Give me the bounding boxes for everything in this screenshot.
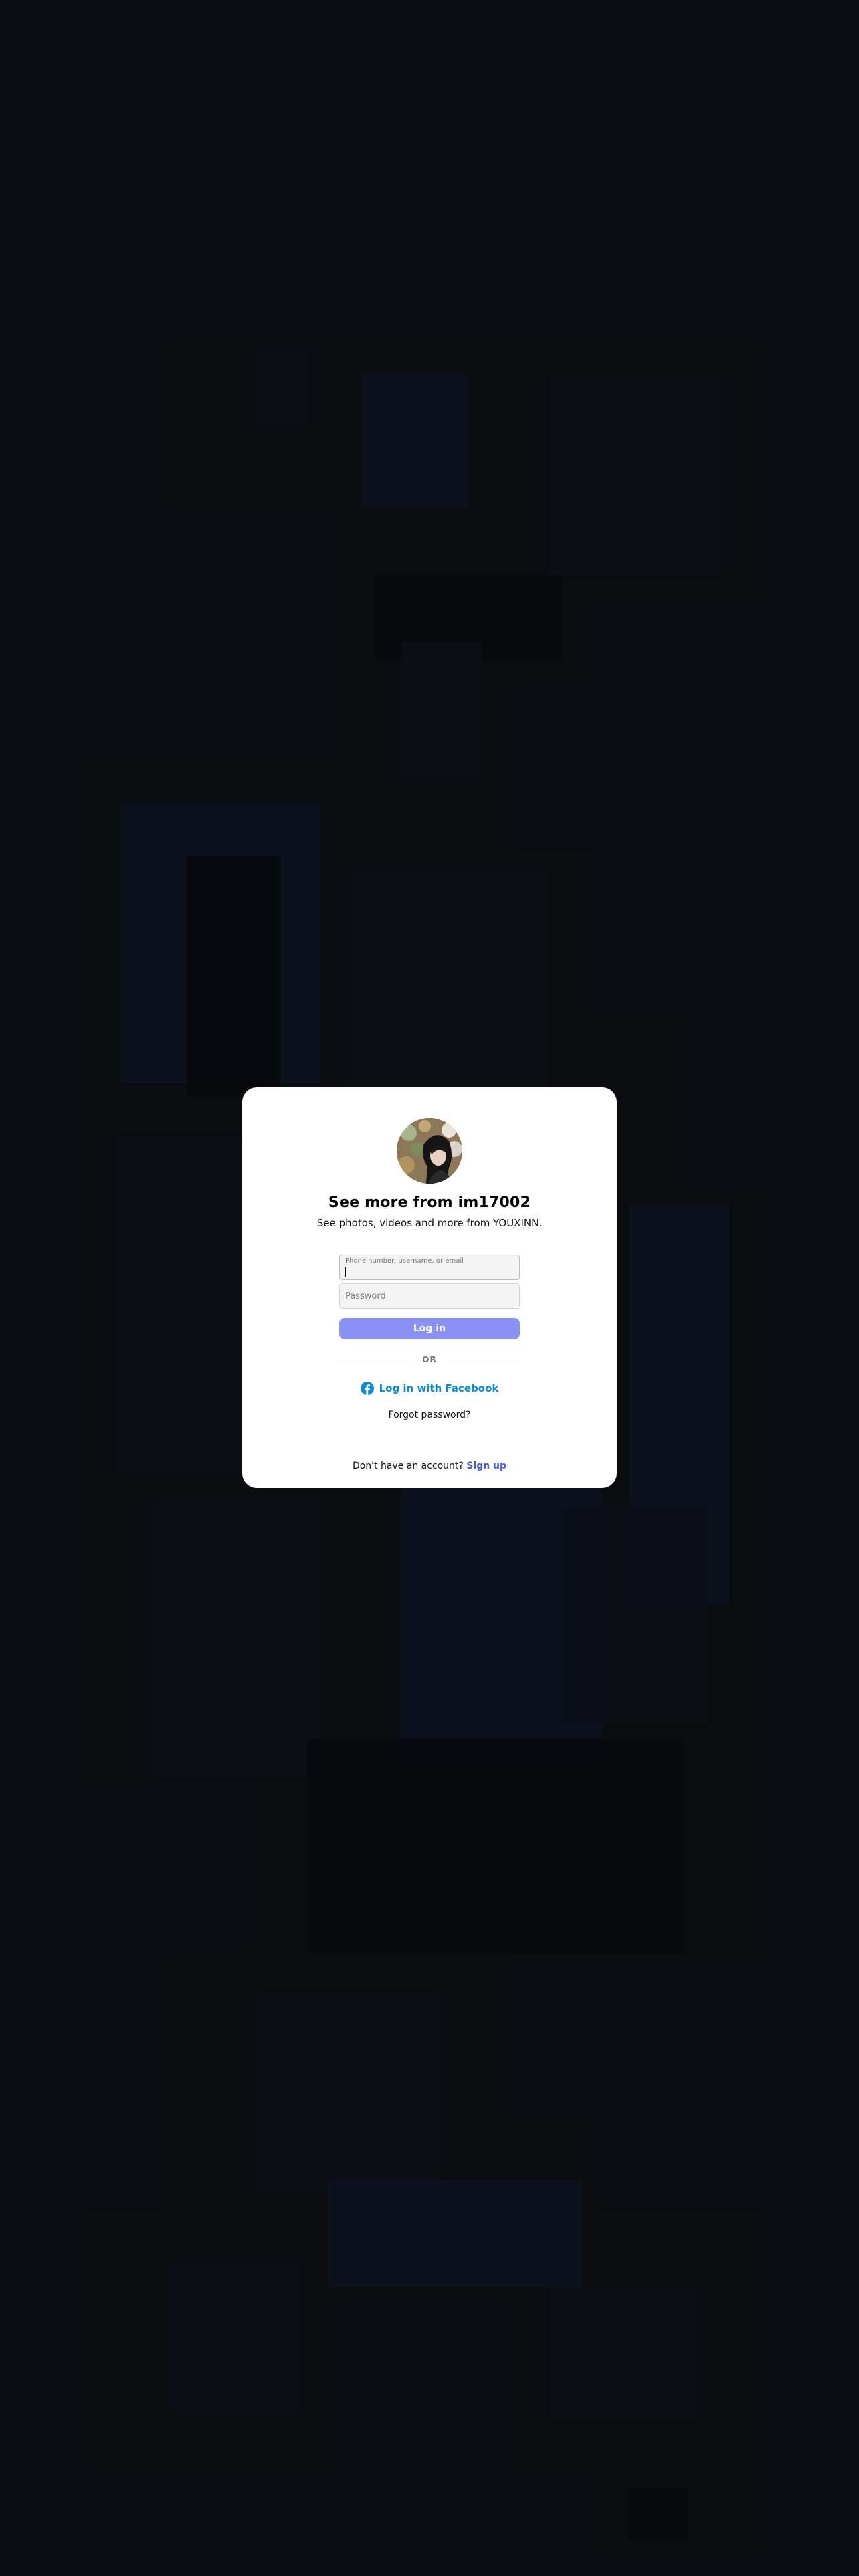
login-button[interactable]: Log in [339,1318,520,1339]
or-divider: OR [339,1355,520,1364]
signup-row: Don't have an account? Sign up [242,1461,617,1471]
password-field-wrapper [339,1283,520,1309]
facebook-login-link[interactable]: Log in with Facebook [242,1382,617,1395]
login-modal: See more from im17002 See photos, videos… [242,1087,617,1488]
signup-link[interactable]: Sign up [466,1461,506,1471]
modal-title: See more from im17002 [328,1194,531,1211]
profile-avatar [397,1118,462,1184]
facebook-login-label: Log in with Facebook [379,1382,499,1394]
username-field[interactable]: Phone number, username, or email [339,1255,520,1280]
password-field[interactable] [340,1284,519,1308]
no-account-text: Don't have an account? [352,1461,464,1471]
modal-subtitle: See photos, videos and more from YOUXINN… [316,1217,543,1229]
facebook-icon [360,1382,374,1395]
profile-photo [397,1118,462,1184]
forgot-password-link[interactable]: Forgot password? [242,1410,617,1420]
username-field-label: Phone number, username, or email [345,1257,464,1265]
text-caret [345,1267,346,1277]
